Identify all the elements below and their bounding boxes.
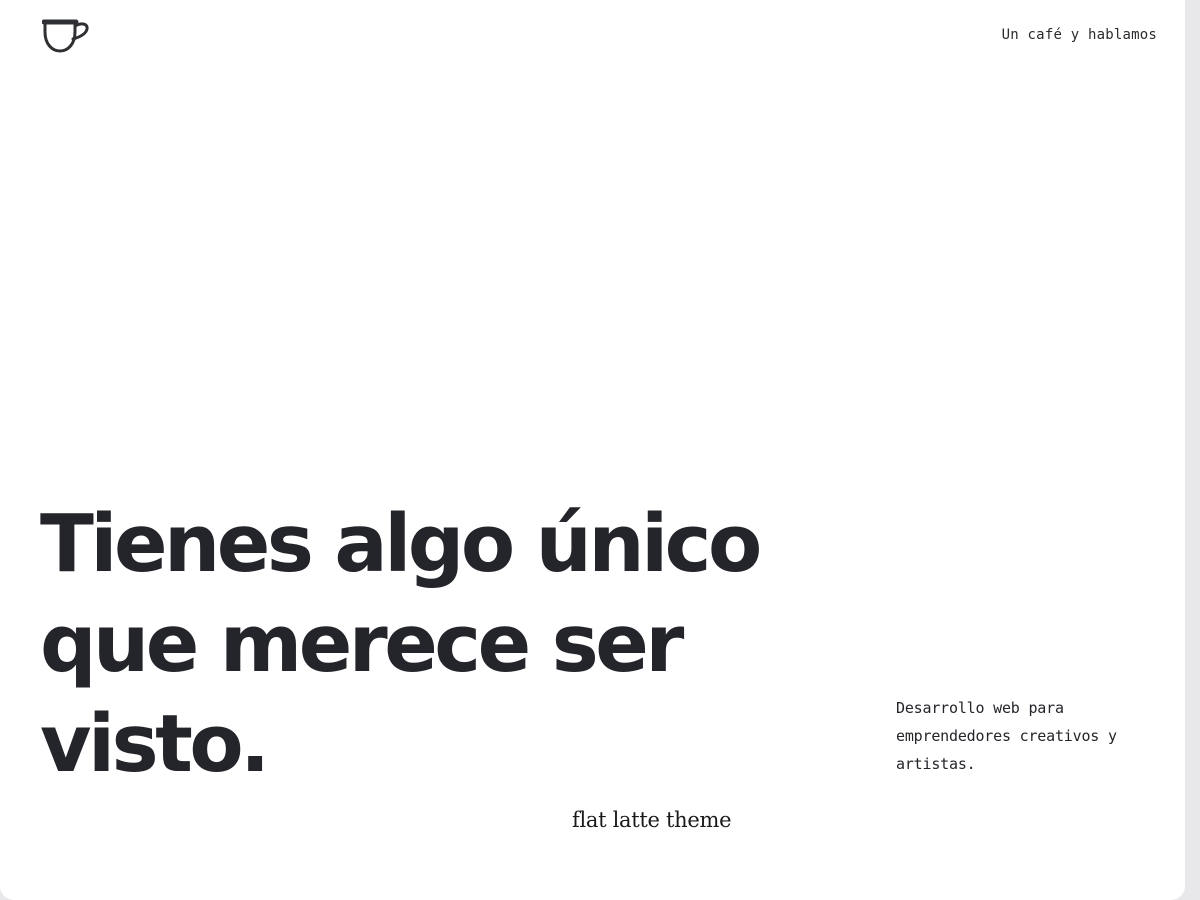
coffee-cup-icon[interactable] xyxy=(41,18,90,54)
contact-link[interactable]: Un café y hablamos xyxy=(1002,27,1157,43)
coffee-cup-icon-graphic xyxy=(41,19,89,53)
hero-title-line-3: visto. xyxy=(40,698,270,790)
theme-label: flat latte theme xyxy=(572,808,732,832)
hero-title-line-2: que merece ser xyxy=(40,598,684,690)
hero-tagline: Desarrollo web para emprendedores creati… xyxy=(896,699,1117,773)
hero-title-line-1: Tienes algo único xyxy=(40,498,762,590)
hero-title: Tienes algo único que merece ser visto. xyxy=(40,494,820,794)
page: Un café y hablamos Tienes algo único que… xyxy=(0,0,1185,900)
